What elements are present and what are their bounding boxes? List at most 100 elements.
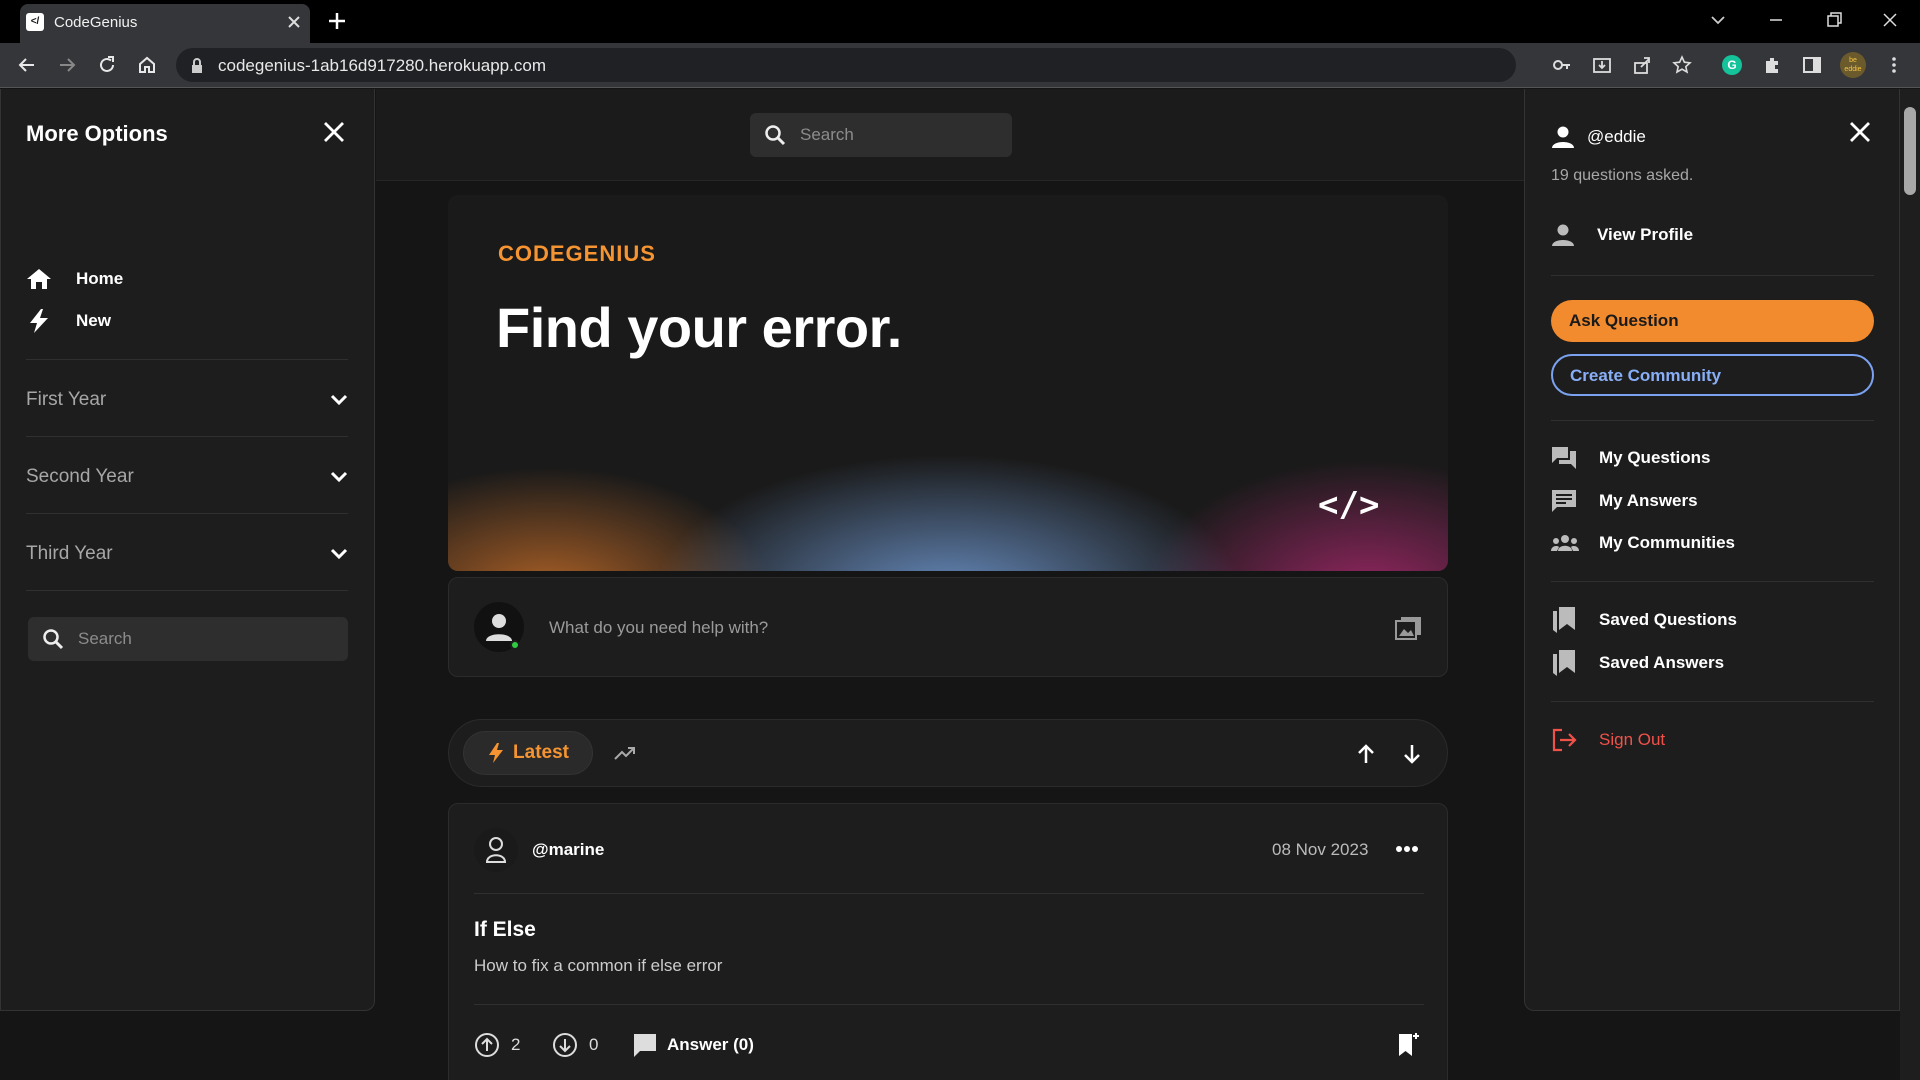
year-dropdown-second[interactable]: Second Year xyxy=(26,462,348,492)
questions-asked: 19 questions asked. xyxy=(1551,167,1694,184)
year-label: First Year xyxy=(26,389,107,410)
nav-item-new[interactable]: New xyxy=(26,306,111,336)
answer-button-label[interactable]: Answer (0) xyxy=(667,1035,754,1055)
post-title[interactable]: If Else xyxy=(474,918,536,942)
browser-tab-bar: </ CodeGenius xyxy=(0,0,1920,43)
sign-out-link[interactable]: Sign Out xyxy=(1551,725,1665,755)
forward-icon[interactable] xyxy=(56,54,78,76)
my-questions-link[interactable]: My Questions xyxy=(1551,443,1710,473)
saved-answers-link[interactable]: Saved Answers xyxy=(1551,648,1724,678)
profile-avatar[interactable]: be eddie xyxy=(1840,52,1866,78)
post-author-avatar xyxy=(474,828,518,872)
nav-item-label: Home xyxy=(76,269,124,288)
tab-title: CodeGenius xyxy=(54,14,138,31)
sign-out-label: Sign Out xyxy=(1599,730,1666,749)
sort-descending-icon[interactable] xyxy=(1401,742,1423,766)
latest-label: Latest xyxy=(513,742,569,763)
upvote-count: 2 xyxy=(511,1035,521,1054)
browser-tab[interactable]: </ CodeGenius xyxy=(20,4,310,43)
browser-menu-icon[interactable] xyxy=(1884,55,1904,75)
person-icon xyxy=(1552,224,1574,246)
nav-item-label: New xyxy=(76,311,111,330)
answer-icon[interactable] xyxy=(632,1032,658,1058)
post-author[interactable]: @marine xyxy=(532,840,604,860)
comment-icon xyxy=(1552,490,1576,512)
new-tab-icon[interactable] xyxy=(326,10,348,32)
sidebar-search-input[interactable]: Search xyxy=(28,617,348,661)
person-outline-icon xyxy=(485,837,507,863)
install-app-icon[interactable] xyxy=(1592,55,1612,75)
home-icon xyxy=(27,269,51,289)
sort-ascending-icon[interactable] xyxy=(1355,742,1377,766)
latest-sort-button[interactable]: Latest xyxy=(463,731,593,775)
my-questions-label: My Questions xyxy=(1599,448,1711,467)
saved-answers-label: Saved Answers xyxy=(1599,653,1725,672)
divider xyxy=(1551,701,1874,702)
scrollbar-thumb[interactable] xyxy=(1904,107,1916,195)
url-text: codegenius-1ab16d917280.herokuapp.com xyxy=(218,56,546,75)
lock-icon xyxy=(192,58,202,73)
close-icon[interactable] xyxy=(321,119,347,145)
header-search-input[interactable]: Search xyxy=(750,113,1012,157)
view-profile-link[interactable]: View Profile xyxy=(1551,220,1693,250)
bookmarks-icon xyxy=(1553,607,1575,633)
saved-questions-link[interactable]: Saved Questions xyxy=(1551,605,1737,635)
save-bookmark-icon[interactable] xyxy=(1397,1032,1419,1058)
downvote-icon[interactable] xyxy=(552,1032,578,1058)
password-key-icon[interactable] xyxy=(1552,55,1572,75)
group-icon xyxy=(1551,535,1579,551)
bookmarks-icon xyxy=(1553,650,1575,676)
my-communities-link[interactable]: My Communities xyxy=(1551,528,1735,558)
divider xyxy=(26,436,348,437)
year-dropdown-first[interactable]: First Year xyxy=(26,385,348,415)
create-community-button[interactable]: Create Community xyxy=(1551,354,1874,396)
bookmark-star-icon[interactable] xyxy=(1672,55,1692,75)
year-dropdown-third[interactable]: Third Year xyxy=(26,539,348,569)
share-icon[interactable] xyxy=(1632,55,1652,75)
reload-icon[interactable] xyxy=(96,54,118,76)
nav-item-home[interactable]: Home xyxy=(26,264,123,294)
image-upload-icon[interactable] xyxy=(1395,615,1423,641)
browser-toolbar: codegenius-1ab16d917280.herokuapp.com xyxy=(0,43,1920,88)
page: Search CODEGENIUS Find your error. </> W… xyxy=(0,89,1920,1080)
page-scrollbar[interactable] xyxy=(1900,89,1920,1080)
chevron-down-icon xyxy=(330,471,348,483)
my-answers-link[interactable]: My Answers xyxy=(1551,486,1698,516)
minimize-icon[interactable] xyxy=(1766,10,1786,30)
logout-icon xyxy=(1552,728,1577,752)
more-options-icon[interactable] xyxy=(1395,842,1419,856)
address-bar[interactable]: codegenius-1ab16d917280.herokuapp.com xyxy=(176,48,1516,82)
account-panel: @eddie 19 questions asked. View Profile … xyxy=(1524,89,1900,1011)
side-panel-icon[interactable] xyxy=(1802,55,1822,75)
question-composer[interactable]: What do you need help with? xyxy=(448,577,1448,677)
back-icon[interactable] xyxy=(16,54,38,76)
username: @eddie xyxy=(1587,127,1646,146)
view-profile-label: View Profile xyxy=(1597,225,1694,244)
close-window-icon[interactable] xyxy=(1880,10,1900,30)
divider xyxy=(26,359,348,360)
hero-banner: CODEGENIUS Find your error. </> xyxy=(448,195,1448,571)
code-icon: </> xyxy=(1318,485,1380,525)
person-icon xyxy=(1552,126,1574,148)
divider xyxy=(1551,420,1874,421)
downvote-count: 0 xyxy=(589,1035,599,1054)
question-post-card[interactable]: @marine 08 Nov 2023 If Else How to fix a… xyxy=(448,803,1448,1080)
grammarly-extension-icon[interactable]: G xyxy=(1722,55,1742,75)
close-icon[interactable] xyxy=(1847,119,1873,145)
account-username: @eddie xyxy=(1551,122,1646,152)
divider xyxy=(1551,581,1874,582)
extensions-icon[interactable] xyxy=(1762,55,1782,75)
restore-icon[interactable] xyxy=(1824,10,1844,30)
tab-search-icon[interactable] xyxy=(1708,10,1728,30)
favicon: </ xyxy=(26,13,44,31)
upvote-icon[interactable] xyxy=(474,1032,500,1058)
divider xyxy=(26,590,348,591)
sidebar-search-placeholder: Search xyxy=(78,629,132,648)
create-community-label: Create Community xyxy=(1570,366,1722,385)
search-icon xyxy=(43,629,64,650)
ask-question-button[interactable]: Ask Question xyxy=(1551,300,1874,342)
divider xyxy=(26,513,348,514)
home-icon[interactable] xyxy=(136,54,158,76)
trending-icon[interactable] xyxy=(613,742,637,764)
close-tab-icon[interactable] xyxy=(286,14,302,30)
